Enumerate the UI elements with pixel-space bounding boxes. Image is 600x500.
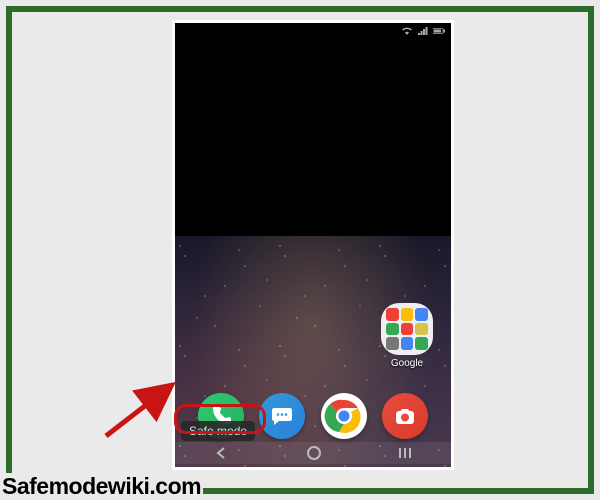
mini-app-icon <box>386 308 399 321</box>
mini-app-icon <box>401 323 414 336</box>
mini-app-icon <box>401 337 414 350</box>
camera-icon <box>393 404 417 428</box>
wifi-icon <box>401 27 413 35</box>
outer-frame: Google <box>6 6 594 494</box>
mini-app-icon <box>386 323 399 336</box>
camera-app-icon[interactable] <box>382 393 428 439</box>
chrome-app-icon[interactable] <box>321 393 367 439</box>
folder-preview <box>381 303 433 355</box>
safe-mode-badge: Safe mode <box>181 421 255 441</box>
folder-label: Google <box>379 358 435 369</box>
mini-app-icon <box>401 308 414 321</box>
mini-app-icon <box>415 323 428 336</box>
battery-icon <box>433 27 445 35</box>
signal-icon <box>417 27 429 35</box>
mini-app-icon <box>415 337 428 350</box>
watermark-text: Safemodewiki.com <box>0 473 203 500</box>
phone-bezel: Google <box>172 20 454 470</box>
messages-app-icon[interactable] <box>259 393 305 439</box>
mini-app-icon <box>415 308 428 321</box>
home-nav-icon[interactable] <box>306 445 322 461</box>
status-bar <box>401 27 445 35</box>
navigation-bar <box>175 442 451 464</box>
back-nav-icon[interactable] <box>213 446 231 460</box>
recents-nav-icon[interactable] <box>397 446 413 460</box>
phone-screen: Google <box>175 23 451 467</box>
chat-bubble-icon <box>270 404 294 428</box>
chrome-logo-icon <box>324 396 364 436</box>
google-folder[interactable]: Google <box>379 303 435 369</box>
mini-app-icon <box>386 337 399 350</box>
